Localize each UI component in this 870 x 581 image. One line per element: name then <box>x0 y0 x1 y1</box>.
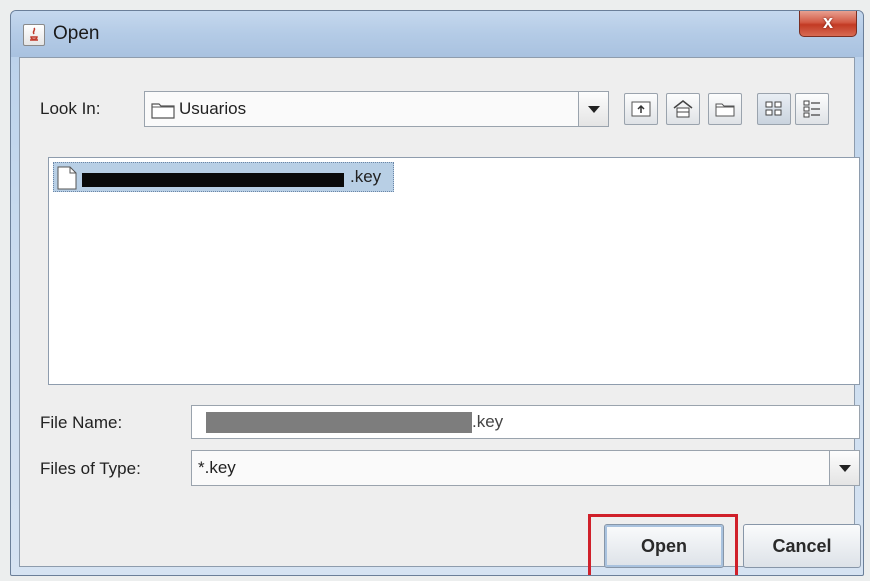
home-button[interactable] <box>666 93 700 125</box>
redacted-filename <box>206 412 472 433</box>
dialog-body: Look In: Usuarios .key File Name: .key F… <box>19 57 861 575</box>
new-folder-button[interactable] <box>708 93 742 125</box>
up-one-level-icon <box>631 101 651 117</box>
chevron-down-icon[interactable] <box>829 451 859 485</box>
files-of-type-value: *.key <box>198 458 236 477</box>
open-dialog: Open x Look In: Usuarios .key File Name:… <box>10 10 864 576</box>
file-name-label: File Name: <box>40 413 123 432</box>
close-icon: x <box>822 12 833 32</box>
look-in-value: Usuarios <box>179 99 247 118</box>
list-view-button[interactable] <box>757 93 791 125</box>
look-in-label: Look In: <box>40 99 101 118</box>
chevron-down-icon[interactable] <box>578 92 608 126</box>
files-of-type-label: Files of Type: <box>40 459 141 478</box>
redacted-filename <box>82 173 344 187</box>
details-view-button[interactable] <box>795 93 829 125</box>
java-icon <box>23 24 45 46</box>
file-name-input[interactable]: .key <box>191 405 860 439</box>
list-view-icon <box>765 101 782 116</box>
window-title: Open <box>53 23 100 44</box>
open-button[interactable]: Open <box>604 524 724 568</box>
file-name-suffix: .key <box>350 167 382 186</box>
up-one-level-button[interactable] <box>624 93 658 125</box>
title-bar[interactable]: Open x <box>11 11 863 57</box>
details-view-icon <box>803 100 820 118</box>
document-icon <box>57 166 77 190</box>
cancel-button[interactable]: Cancel <box>743 524 861 568</box>
file-name-extension: .key <box>472 412 504 431</box>
list-item[interactable]: .key <box>53 162 394 192</box>
new-folder-icon <box>715 103 735 117</box>
file-list[interactable]: .key <box>48 157 860 385</box>
look-in-combo[interactable]: Usuarios <box>144 91 609 127</box>
close-button[interactable]: x <box>799 11 857 37</box>
folder-icon <box>151 103 175 119</box>
home-icon <box>673 100 693 118</box>
files-of-type-combo[interactable]: *.key <box>191 450 860 486</box>
